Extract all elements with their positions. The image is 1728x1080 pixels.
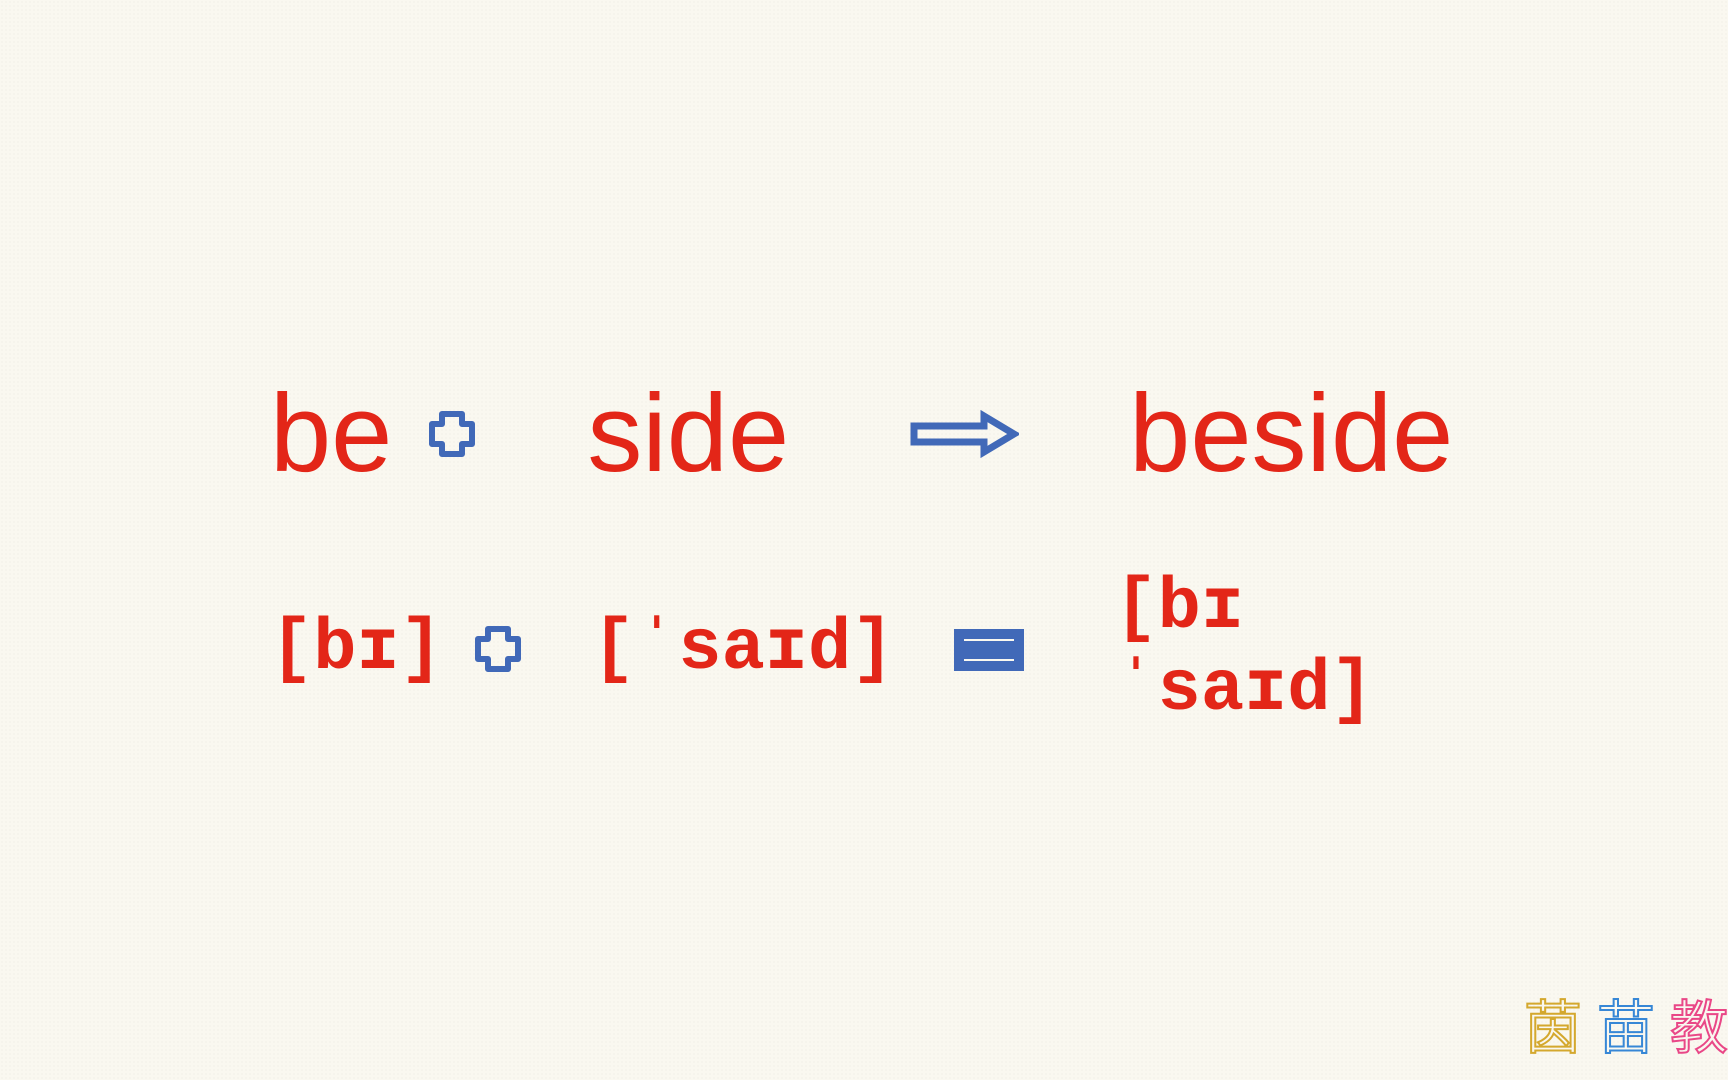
word-result: beside [1129,370,1453,497]
slide-content: be side beside [bɪ] [ˈsaɪd] [270,370,1470,731]
equals-icon [954,624,1024,674]
word-part-2: side [587,370,789,497]
watermark: 茵 苗 教 [1524,981,1728,1065]
phonetic-result: [bɪˈsaɪd] [1114,567,1470,731]
plus-icon [427,409,477,459]
watermark-char-1: 茵 [1524,981,1582,1065]
word-part-1: be [270,370,392,497]
phonetic-part-2: [ˈsaɪd] [592,608,894,690]
watermark-char-2: 苗 [1597,981,1655,1065]
phonetic-part-1: [bɪ] [270,608,443,690]
arrow-icon [909,409,1019,459]
watermark-char-3: 教 [1670,981,1728,1065]
plus-icon [473,624,523,674]
phonetic-row: [bɪ] [ˈsaɪd] [bɪˈsaɪd] [270,567,1470,731]
word-row: be side beside [270,370,1470,497]
